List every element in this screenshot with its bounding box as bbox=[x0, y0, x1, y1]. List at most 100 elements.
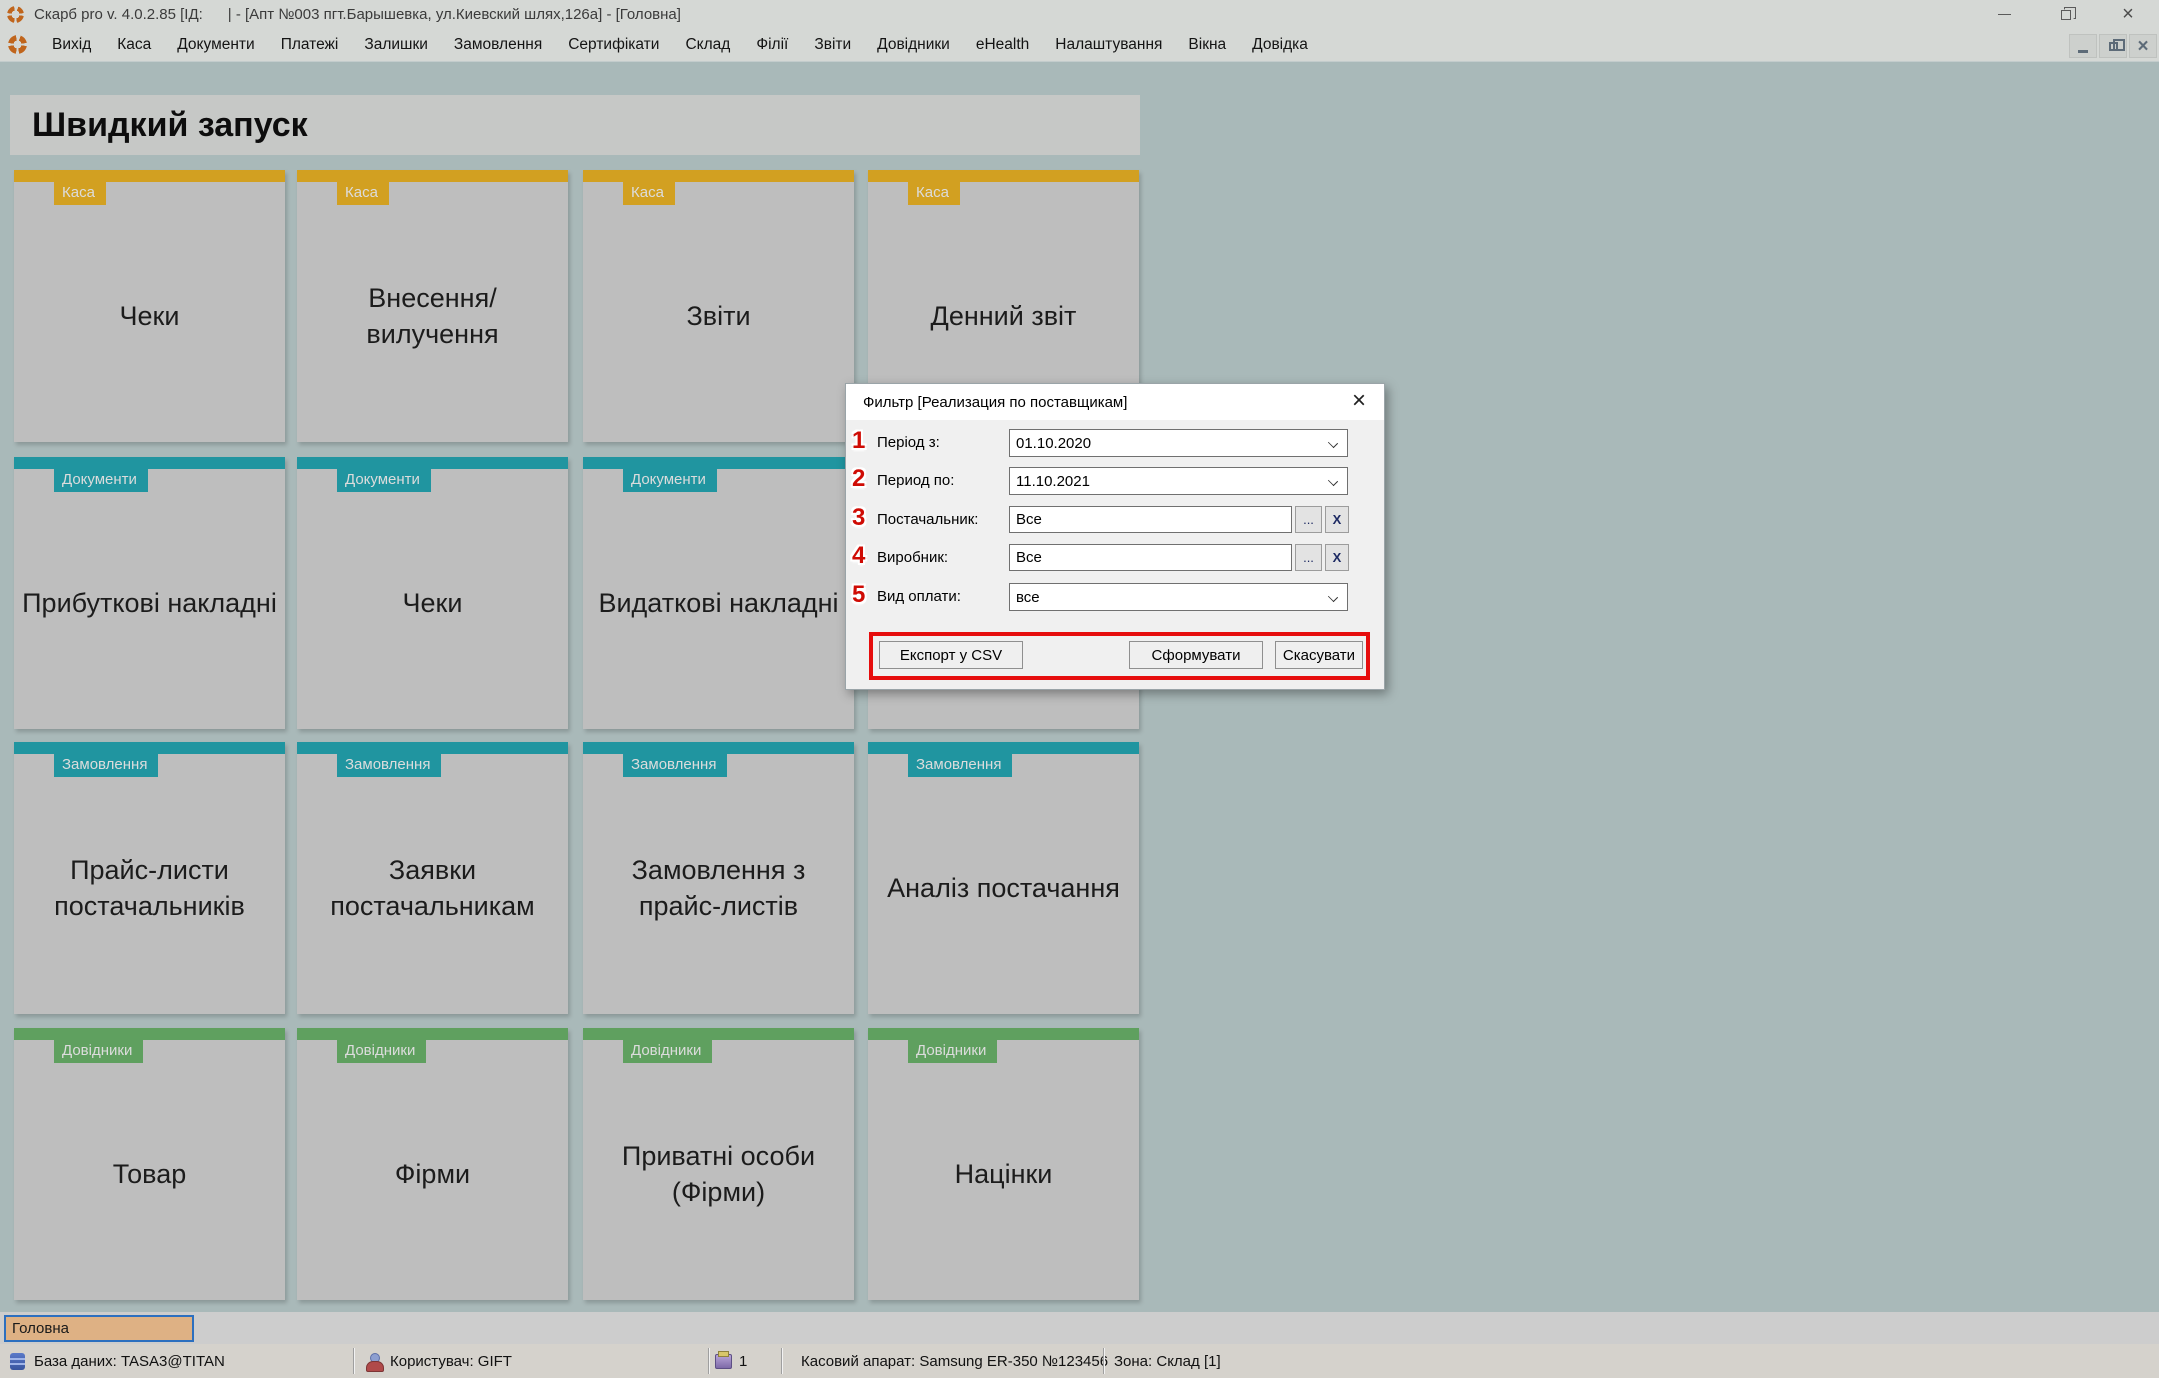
manufacturer-label: Виробник: bbox=[877, 549, 948, 566]
database-icon bbox=[10, 1353, 25, 1370]
tile-zvity-kasa[interactable]: Каса Звіти bbox=[583, 170, 854, 442]
menu-filii[interactable]: Філії bbox=[743, 28, 801, 62]
menu-dovidnyky[interactable]: Довідники bbox=[864, 28, 963, 62]
tile-firmy[interactable]: Довідники Фірми bbox=[297, 1028, 568, 1300]
menu-platezhi[interactable]: Платежі bbox=[268, 28, 352, 62]
supplier-clear-button[interactable]: X bbox=[1325, 506, 1349, 533]
chevron-down-icon bbox=[1328, 476, 1338, 486]
payment-type-input[interactable] bbox=[1010, 584, 1310, 610]
period-from-input[interactable] bbox=[1010, 430, 1310, 456]
cancel-button[interactable]: Скасувати bbox=[1275, 641, 1363, 669]
period-to-combobox[interactable] bbox=[1009, 467, 1348, 495]
manufacturer-input[interactable] bbox=[1009, 544, 1292, 571]
application-window: Скарб pro v. 4.0.2.85 [ІД: | - [Апт №003… bbox=[0, 0, 2159, 1378]
minimize-icon bbox=[1998, 14, 2011, 15]
restore-button[interactable] bbox=[2035, 0, 2097, 28]
close-icon: × bbox=[2122, 4, 2134, 24]
tile-nacinky[interactable]: Довідники Націнки bbox=[868, 1028, 1139, 1300]
menu-vikna[interactable]: Вікна bbox=[1175, 28, 1239, 62]
tile-accent-strip bbox=[297, 457, 568, 469]
tile-accent-strip bbox=[297, 742, 568, 754]
close-button[interactable]: × bbox=[2097, 0, 2159, 28]
statusbar-count-panel: 1 bbox=[709, 1344, 781, 1378]
menu-vykhid[interactable]: Вихід bbox=[39, 28, 104, 62]
period-to-input[interactable] bbox=[1010, 468, 1310, 494]
menu-dovidka[interactable]: Довідка bbox=[1239, 28, 1321, 62]
minimize-button[interactable] bbox=[1973, 0, 2035, 28]
menu-ehealth[interactable]: eHealth bbox=[963, 28, 1042, 62]
chevron-down-icon bbox=[1328, 592, 1338, 602]
mdi-restore-button[interactable] bbox=[2099, 34, 2127, 58]
titlebar: Скарб pro v. 4.0.2.85 [ІД: | - [Апт №003… bbox=[0, 0, 2159, 28]
dialog-close-button[interactable]: × bbox=[1344, 386, 1374, 416]
tile-vydatkovi-nakladni[interactable]: Документи Видаткові накладні bbox=[583, 457, 854, 729]
statusbar-database-panel: База даних: TASA3@TITAN bbox=[0, 1344, 353, 1378]
tile-prybutkovi-nakladni[interactable]: Документи Прибуткові накладні bbox=[14, 457, 285, 729]
tile-accent-strip bbox=[14, 170, 285, 182]
supplier-label: Постачальник: bbox=[877, 511, 978, 528]
tile-vnesennya-vyluchennya[interactable]: Каса Внесення/вилучення bbox=[297, 170, 568, 442]
tile-cheky-dokumenty[interactable]: Документи Чеки bbox=[297, 457, 568, 729]
annotation-number-3: 3 bbox=[852, 504, 865, 532]
annotation-number-2: 2 bbox=[852, 465, 865, 493]
manufacturer-browse-button[interactable]: ... bbox=[1295, 544, 1322, 571]
mdi-close-icon: × bbox=[2137, 37, 2148, 56]
count-text: 1 bbox=[739, 1353, 747, 1370]
menu-zamovlennya[interactable]: Замовлення bbox=[441, 28, 555, 62]
annotation-number-5: 5 bbox=[852, 581, 865, 609]
period-to-label: Период по: bbox=[877, 472, 954, 489]
tile-accent-strip bbox=[14, 1028, 285, 1040]
statusbar-zone-panel: Зона: Склад [1] bbox=[1104, 1344, 1221, 1378]
annotation-number-1: 1 bbox=[852, 427, 865, 455]
quick-launch-header: Швидкий запуск bbox=[10, 95, 1140, 155]
dialog-titlebar[interactable]: Фильтр [Реализация по поставщикам] × bbox=[846, 384, 1384, 420]
cash-register-icon bbox=[715, 1354, 732, 1369]
menu-nalashtuvannya[interactable]: Налаштування bbox=[1042, 28, 1175, 62]
manufacturer-clear-button[interactable]: X bbox=[1325, 544, 1349, 571]
tile-accent-strip bbox=[868, 742, 1139, 754]
tile-accent-strip bbox=[868, 1028, 1139, 1040]
tile-accent-strip bbox=[583, 457, 854, 469]
menu-sertyfikaty[interactable]: Сертифікати bbox=[555, 28, 672, 62]
statusbar-user-panel: Користувач: GIFT bbox=[354, 1344, 708, 1378]
tile-zamovlennya-z-price-lystiv[interactable]: Замовлення Замовлення з прайс-листів bbox=[583, 742, 854, 1014]
tab-holovna[interactable]: Головна bbox=[4, 1315, 194, 1342]
user-icon bbox=[366, 1353, 382, 1370]
user-text: Користувач: GIFT bbox=[390, 1353, 512, 1370]
database-text: База даних: TASA3@TITAN bbox=[34, 1353, 225, 1370]
tile-accent-strip bbox=[583, 742, 854, 754]
generate-button[interactable]: Сформувати bbox=[1129, 641, 1263, 669]
payment-type-combobox[interactable] bbox=[1009, 583, 1348, 611]
cash-register-text: Касовий апарат: Samsung ER-350 №123456 bbox=[801, 1353, 1108, 1370]
menu-dokumenty[interactable]: Документи bbox=[164, 28, 267, 62]
tile-accent-strip bbox=[297, 1028, 568, 1040]
tile-accent-strip bbox=[583, 170, 854, 182]
menu-zvity[interactable]: Звіти bbox=[801, 28, 864, 62]
window-title: Скарб pro v. 4.0.2.85 [ІД: | - [Апт №003… bbox=[34, 6, 681, 23]
menu-kasa[interactable]: Каса bbox=[104, 28, 164, 62]
tile-accent-strip bbox=[297, 170, 568, 182]
tab-strip: Головна bbox=[0, 1312, 2159, 1344]
export-csv-button[interactable]: Експорт у CSV bbox=[879, 641, 1023, 669]
tile-accent-strip bbox=[14, 742, 285, 754]
zone-text: Зона: Склад [1] bbox=[1114, 1353, 1221, 1370]
supplier-input[interactable] bbox=[1009, 506, 1292, 533]
tile-pryvatni-osoby[interactable]: Довідники Приватні особи (Фірми) bbox=[583, 1028, 854, 1300]
tile-price-lysty-postachalnykiv[interactable]: Замовлення Прайс-листи постачальників bbox=[14, 742, 285, 1014]
mdi-minimize-icon bbox=[2078, 50, 2088, 53]
period-from-combobox[interactable] bbox=[1009, 429, 1348, 457]
tile-analiz-postachannya[interactable]: Замовлення Аналіз постачання bbox=[868, 742, 1139, 1014]
close-icon: × bbox=[1352, 387, 1366, 415]
menu-zalyshky[interactable]: Залишки bbox=[351, 28, 441, 62]
tile-zayavky-postachalnykam[interactable]: Замовлення Заявки постачальникам bbox=[297, 742, 568, 1014]
period-from-label: Період з: bbox=[877, 434, 940, 451]
page-title: Швидкий запуск bbox=[32, 106, 308, 145]
tile-accent-strip bbox=[868, 170, 1139, 182]
mdi-minimize-button[interactable] bbox=[2069, 34, 2097, 58]
dialog-title: Фильтр [Реализация по поставщикам] bbox=[863, 394, 1127, 411]
tile-tovar[interactable]: Довідники Товар bbox=[14, 1028, 285, 1300]
tile-cheky-kasa[interactable]: Каса Чеки bbox=[14, 170, 285, 442]
menu-sklad[interactable]: Склад bbox=[672, 28, 743, 62]
mdi-close-button[interactable]: × bbox=[2129, 34, 2157, 58]
supplier-browse-button[interactable]: ... bbox=[1295, 506, 1322, 533]
